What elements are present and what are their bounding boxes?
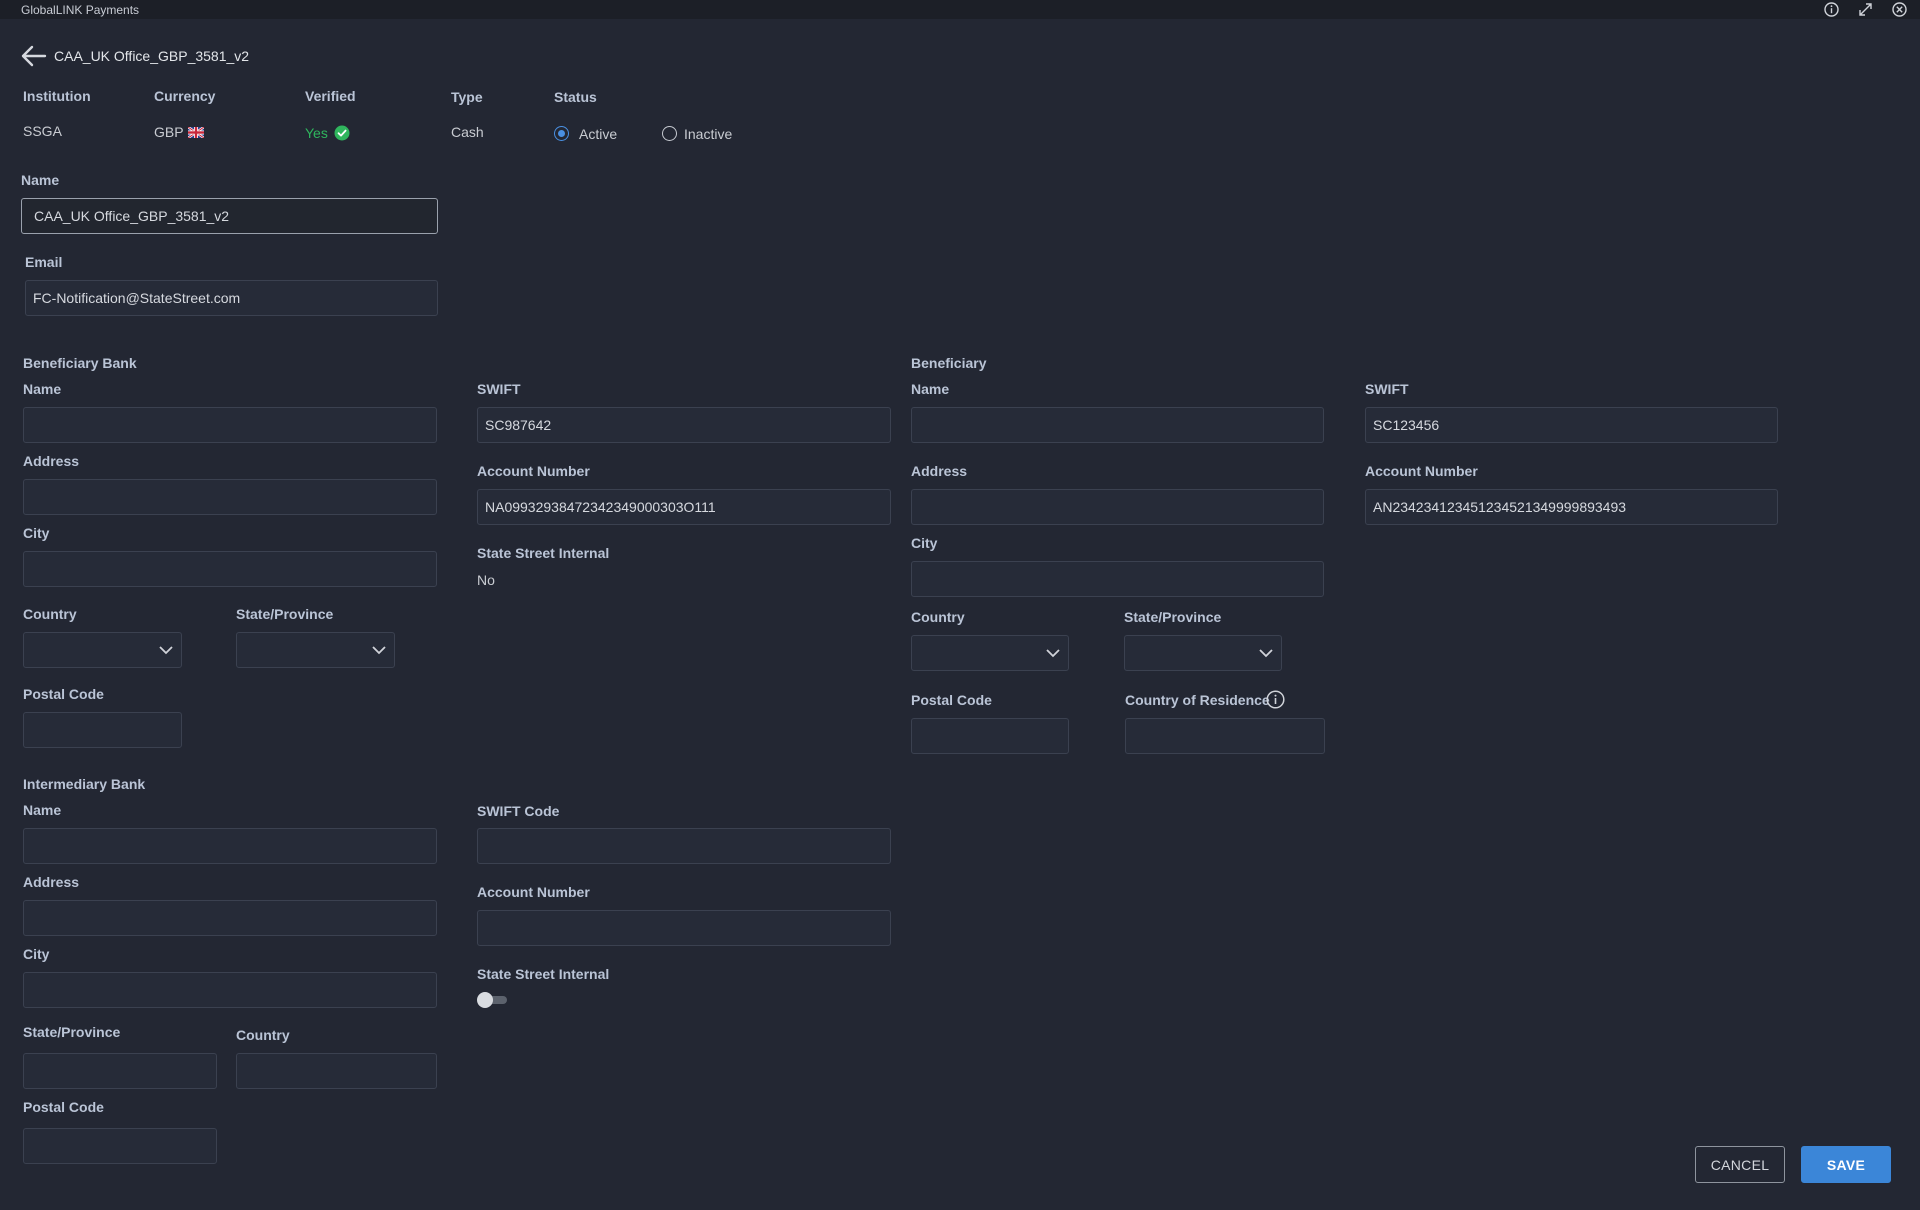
intermediary-bank-account-label: Account Number xyxy=(477,884,590,900)
intermediary-bank-state-input[interactable] xyxy=(23,1053,217,1089)
beneficiary-address-label: Address xyxy=(911,463,968,479)
title-bar: GlobalLINK Payments xyxy=(0,0,1920,19)
status-inactive-radio[interactable] xyxy=(662,126,677,141)
type-label: Type xyxy=(451,89,483,105)
intermediary-bank-city-label: City xyxy=(23,946,50,962)
page-title: CAA_UK Office_GBP_3581_v2 xyxy=(54,48,250,64)
beneficiary-bank-swift-input[interactable] xyxy=(477,407,891,443)
status-label: Status xyxy=(554,89,597,105)
intermediary-bank-account-input[interactable] xyxy=(477,910,891,946)
intermediary-bank-city-input[interactable] xyxy=(23,972,437,1008)
intermediary-bank-country-input[interactable] xyxy=(236,1053,437,1089)
intermediary-bank-name-input[interactable] xyxy=(23,828,437,864)
expand-icon[interactable] xyxy=(1857,1,1874,18)
beneficiary-swift-label: SWIFT xyxy=(1365,381,1409,397)
beneficiary-address-input[interactable] xyxy=(911,489,1324,525)
beneficiary-swift-input[interactable] xyxy=(1365,407,1778,443)
beneficiary-bank-state-label: State/Province xyxy=(236,606,334,622)
intermediary-bank-postal-input[interactable] xyxy=(23,1128,217,1164)
beneficiary-city-label: City xyxy=(911,535,938,551)
intermediary-bank-internal-label: State Street Internal xyxy=(477,966,610,982)
intermediary-bank-swift-input[interactable] xyxy=(477,828,891,864)
email-input[interactable] xyxy=(25,280,438,316)
info-icon[interactable] xyxy=(1266,690,1285,709)
email-label: Email xyxy=(25,254,63,270)
beneficiary-bank-state-select[interactable] xyxy=(236,632,395,668)
close-icon[interactable] xyxy=(1891,1,1908,18)
beneficiary-bank-country-select[interactable] xyxy=(23,632,182,668)
chevron-down-icon xyxy=(1259,649,1273,658)
beneficiary-bank-account-label: Account Number xyxy=(477,463,590,479)
beneficiary-residence-label: Country of Residence xyxy=(1125,692,1270,708)
beneficiary-state-select[interactable] xyxy=(1124,635,1282,671)
name-label: Name xyxy=(21,172,60,188)
uk-flag-icon xyxy=(188,127,204,138)
beneficiary-bank-internal-label: State Street Internal xyxy=(477,545,610,561)
intermediary-bank-swift-label: SWIFT Code xyxy=(477,803,560,819)
beneficiary-name-label: Name xyxy=(911,381,950,397)
beneficiary-bank-address-input[interactable] xyxy=(23,479,437,515)
name-input[interactable] xyxy=(21,198,438,234)
currency-value: GBP xyxy=(154,124,184,140)
beneficiary-residence-input[interactable] xyxy=(1125,718,1325,754)
beneficiary-bank-city-input[interactable] xyxy=(23,551,437,587)
beneficiary-account-label: Account Number xyxy=(1365,463,1478,479)
status-active-label[interactable]: Active xyxy=(579,126,617,142)
intermediary-bank-address-label: Address xyxy=(23,874,80,890)
beneficiary-bank-address-label: Address xyxy=(23,453,80,469)
type-value: Cash xyxy=(451,124,484,140)
chevron-down-icon xyxy=(1046,649,1060,658)
beneficiary-bank-postal-input[interactable] xyxy=(23,712,182,748)
institution-value: SSGA xyxy=(23,123,62,139)
intermediary-bank-heading: Intermediary Bank xyxy=(23,776,146,792)
beneficiary-bank-name-label: Name xyxy=(23,381,62,397)
intermediary-bank-country-label: Country xyxy=(236,1027,290,1043)
beneficiary-city-input[interactable] xyxy=(911,561,1324,597)
chevron-down-icon xyxy=(159,646,173,655)
beneficiary-bank-account-input[interactable] xyxy=(477,489,891,525)
beneficiary-bank-city-label: City xyxy=(23,525,50,541)
beneficiary-bank-name-input[interactable] xyxy=(23,407,437,443)
cancel-button[interactable]: CANCEL xyxy=(1695,1146,1785,1183)
beneficiary-postal-label: Postal Code xyxy=(911,692,992,708)
intermediary-bank-state-label: State/Province xyxy=(23,1024,121,1040)
beneficiary-account-input[interactable] xyxy=(1365,489,1778,525)
beneficiary-bank-postal-label: Postal Code xyxy=(23,686,104,702)
intermediary-bank-internal-toggle[interactable] xyxy=(477,992,507,1008)
currency-label: Currency xyxy=(154,88,216,104)
back-arrow-icon[interactable] xyxy=(20,44,47,68)
intermediary-bank-address-input[interactable] xyxy=(23,900,437,936)
beneficiary-country-label: Country xyxy=(911,609,965,625)
beneficiary-bank-heading: Beneficiary Bank xyxy=(23,355,137,371)
beneficiary-heading: Beneficiary xyxy=(911,355,987,371)
beneficiary-bank-country-label: Country xyxy=(23,606,77,622)
verified-label: Verified xyxy=(305,88,356,104)
beneficiary-country-select[interactable] xyxy=(911,635,1069,671)
beneficiary-state-label: State/Province xyxy=(1124,609,1222,625)
verified-value: Yes xyxy=(305,125,328,141)
beneficiary-name-input[interactable] xyxy=(911,407,1324,443)
chevron-down-icon xyxy=(372,646,386,655)
institution-label: Institution xyxy=(23,88,91,104)
intermediary-bank-postal-label: Postal Code xyxy=(23,1099,104,1115)
check-circle-icon xyxy=(334,125,350,141)
status-inactive-label[interactable]: Inactive xyxy=(684,126,732,142)
beneficiary-postal-input[interactable] xyxy=(911,718,1069,754)
beneficiary-bank-internal-value: No xyxy=(477,572,495,588)
save-button[interactable]: SAVE xyxy=(1801,1146,1891,1183)
toggle-knob xyxy=(477,992,493,1008)
beneficiary-bank-swift-label: SWIFT xyxy=(477,381,521,397)
intermediary-bank-name-label: Name xyxy=(23,802,62,818)
info-icon[interactable] xyxy=(1823,1,1840,18)
app-title: GlobalLINK Payments xyxy=(21,3,140,17)
status-active-radio[interactable] xyxy=(554,126,569,141)
